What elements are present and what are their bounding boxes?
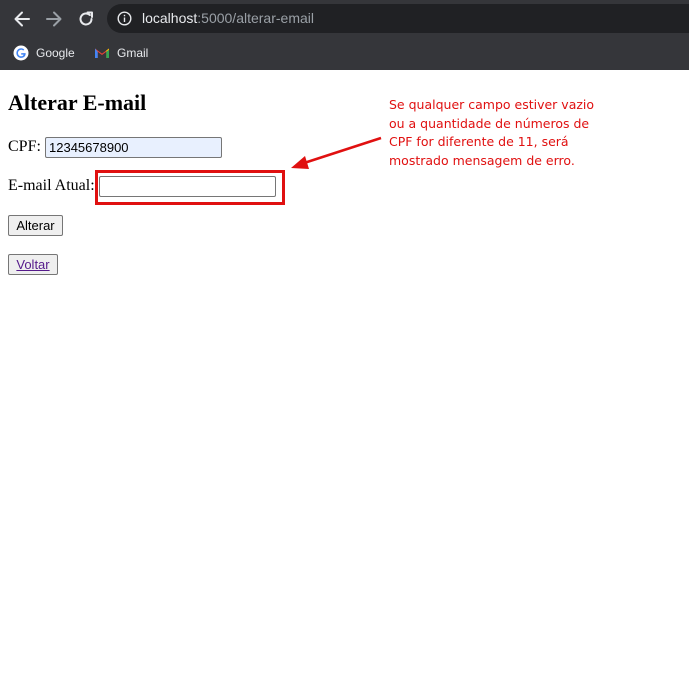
annotation-note: Se qualquer campo estiver vazio ou a qua… (389, 96, 619, 170)
voltar-button[interactable]: Voltar (8, 254, 58, 275)
annotation-line: Se qualquer campo estiver vazio (389, 97, 595, 112)
browser-toolbar: localhost:5000/alterar-email (0, 0, 689, 37)
bookmark-google[interactable]: Google (13, 41, 75, 65)
url-path: :5000/alterar-email (197, 10, 314, 26)
gmail-icon (95, 48, 109, 58)
info-icon[interactable] (117, 11, 132, 26)
url-host: localhost (142, 10, 198, 26)
reload-button[interactable] (74, 7, 98, 31)
google-icon (13, 45, 29, 61)
annotation-arrow (291, 136, 382, 169)
bookmark-google-label: Google (36, 46, 75, 60)
arrow-right-icon (46, 11, 62, 27)
bookmark-gmail-label: Gmail (117, 46, 149, 60)
alterar-button[interactable]: Alterar (8, 215, 63, 236)
annotation-line: mostrado mensagem de erro. (389, 152, 575, 168)
cpf-label: CPF: (8, 138, 41, 155)
address-bar[interactable]: localhost:5000/alterar-email (107, 4, 689, 33)
reload-icon (79, 11, 93, 26)
arrow-left-icon (14, 11, 30, 27)
browser-chrome: localhost:5000/alterar-email Google Gmai… (0, 0, 689, 70)
forward-button[interactable] (42, 7, 66, 31)
url-text[interactable]: localhost:5000/alterar-email (142, 10, 314, 26)
bookmark-gmail[interactable]: Gmail (94, 41, 148, 65)
bookmarks-bar: Google Gmail (0, 37, 689, 70)
cpf-input[interactable] (45, 137, 222, 158)
annotation-line: ou a quantidade de números de (389, 115, 590, 131)
annotation-line: CPF for diferente de 11, será (389, 134, 569, 149)
email-label: E-mail Atual: (8, 177, 95, 194)
page-title: Alterar E-mail (8, 90, 147, 115)
back-button[interactable] (10, 7, 34, 31)
highlight-box (95, 170, 285, 205)
